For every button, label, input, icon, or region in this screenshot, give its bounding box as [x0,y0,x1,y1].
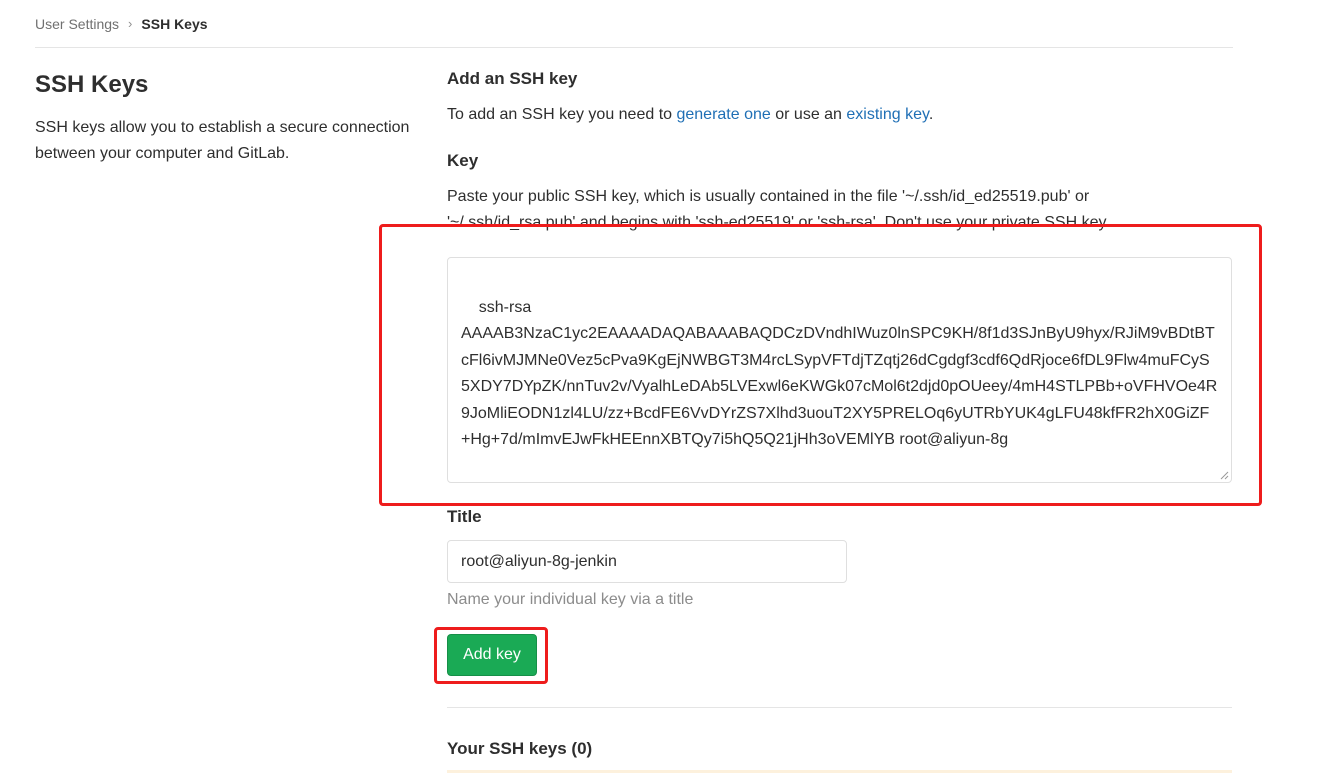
your-ssh-keys-heading: Your SSH keys (0) [447,739,593,758]
key-annotation-box [379,224,1262,506]
breadcrumb-chevron-icon: › [128,16,133,31]
title-hint: Name your individual key via a title [447,591,694,608]
existing-key-link[interactable]: existing key [846,106,928,123]
page-title: SSH Keys [35,71,149,98]
breadcrumb: User Settings › SSH Keys [35,0,1233,48]
intro-text-end: . [928,106,934,123]
breadcrumb-user-settings-link[interactable]: User Settings [35,16,119,32]
intro-text-middle: or use an [770,106,847,123]
generate-one-link[interactable]: generate one [676,106,770,123]
add-key-heading: Add an SSH key [447,69,578,88]
add-key-intro: To add an SSH key you need to generate o… [447,102,1207,128]
breadcrumb-current: SSH Keys [141,15,208,32]
title-input-value: root@aliyun-8g-jenkin [461,552,617,570]
section-divider [447,707,1232,708]
title-input[interactable]: root@aliyun-8g-jenkin [447,540,847,583]
key-label: Key [447,151,479,170]
title-label: Title [447,507,482,526]
add-key-annotation-box [434,627,548,684]
page-description: SSH keys allow you to establish a secure… [35,119,410,162]
intro-text: To add an SSH key you need to [447,106,677,123]
settings-sidebar: SSH Keys SSH keys allow you to establish… [35,68,415,167]
